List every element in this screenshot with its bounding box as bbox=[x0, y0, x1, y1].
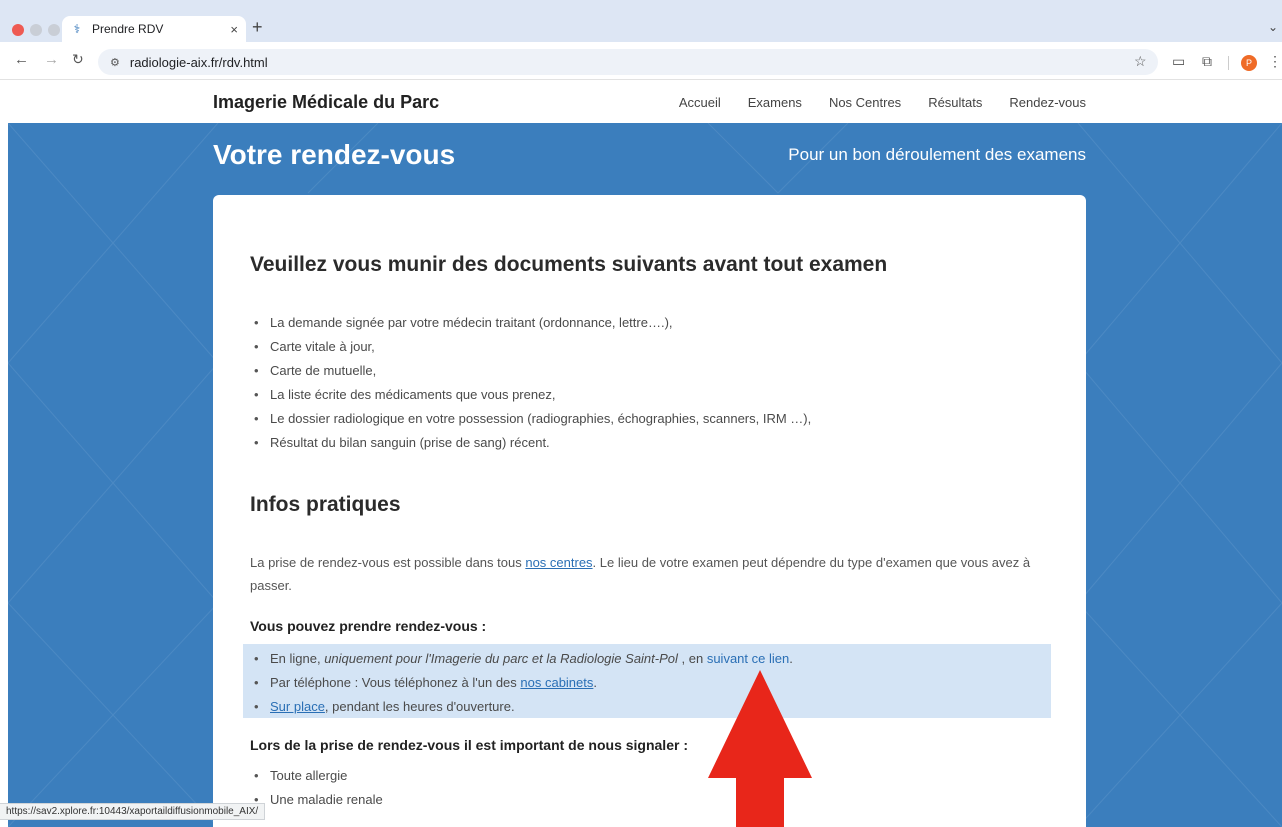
infos-paragraph: La prise de rendez-vous est possible dan… bbox=[250, 551, 1040, 597]
red-up-arrow-icon bbox=[708, 670, 812, 827]
browser-tab[interactable]: ⚕ Prendre RDV × bbox=[62, 16, 246, 42]
infos-text: La prise de rendez-vous est possible dan… bbox=[250, 555, 526, 570]
signal-heading: Lors de la prise de rendez-vous il est i… bbox=[250, 737, 688, 753]
page-title: Votre rendez-vous bbox=[213, 139, 456, 170]
tab-title: Prendre RDV bbox=[92, 22, 164, 36]
list-item: Carte vitale à jour, bbox=[250, 335, 811, 359]
list-item: La demande signée par votre médecin trai… bbox=[250, 311, 811, 335]
list-item: Le dossier radiologique en votre possess… bbox=[250, 407, 811, 431]
nos-centres-link[interactable]: nos centres bbox=[525, 555, 592, 570]
extensions-puzzle-icon[interactable]: ⧉ bbox=[1202, 53, 1212, 70]
site-nav: Accueil Examens Nos Centres Résultats Re… bbox=[679, 95, 1086, 110]
page-subtitle: Pour un bon déroulement des examens bbox=[788, 145, 1086, 164]
sur-place-link[interactable]: Sur place bbox=[270, 699, 325, 714]
back-arrow-icon[interactable]: ← bbox=[14, 51, 29, 68]
address-bar[interactable]: ⚙ radiologie-aix.fr/rdv.html bbox=[98, 49, 1158, 75]
site-favicon-icon: ⚕ bbox=[73, 22, 81, 36]
documents-list: La demande signée par votre médecin trai… bbox=[250, 311, 811, 455]
list-item: Une maladie renale bbox=[250, 788, 383, 812]
browser-tab-bar: ⚕ Prendre RDV × + ⌄ bbox=[0, 0, 1282, 42]
list-item: Carte de mutuelle, bbox=[250, 359, 811, 383]
forward-arrow-icon[interactable]: → bbox=[44, 51, 59, 68]
content-card: Veuillez vous munir des documents suivan… bbox=[213, 195, 1086, 827]
link-status-bar: https://sav2.xplore.fr:10443/xaportaildi… bbox=[0, 803, 266, 820]
toolbar-divider bbox=[1228, 56, 1229, 70]
nos-cabinets-link[interactable]: nos cabinets bbox=[520, 675, 593, 690]
rdv-options-heading: Vous pouvez prendre rendez-vous : bbox=[250, 618, 487, 634]
tab-close-icon[interactable]: × bbox=[230, 22, 238, 37]
documents-heading: Veuillez vous munir des documents suivan… bbox=[250, 253, 888, 276]
minimize-window-button[interactable] bbox=[30, 24, 42, 36]
nav-item-examens[interactable]: Examens bbox=[748, 95, 802, 110]
browser-menu-kebab-icon[interactable]: ⋮ bbox=[1268, 53, 1282, 70]
new-tab-button[interactable]: + bbox=[252, 17, 263, 38]
list-item: La liste écrite des médicaments que vous… bbox=[250, 383, 811, 407]
reload-icon[interactable]: ↻ bbox=[72, 51, 84, 68]
list-item: Toute allergie bbox=[250, 764, 383, 788]
infos-heading: Infos pratiques bbox=[250, 493, 401, 516]
nav-item-nos-centres[interactable]: Nos Centres bbox=[829, 95, 901, 110]
site-brand[interactable]: Imagerie Médicale du Parc bbox=[213, 92, 439, 113]
site-info-icon[interactable]: ⚙ bbox=[110, 56, 120, 69]
list-item: Résultat du bilan sanguin (prise de sang… bbox=[250, 431, 811, 455]
reading-mode-icon[interactable]: ▭ bbox=[1172, 53, 1185, 70]
online-booking-link[interactable]: suivant ce lien bbox=[707, 651, 789, 666]
tab-search-chevron-icon[interactable]: ⌄ bbox=[1268, 20, 1278, 34]
signal-list: Toute allergie Une maladie renale bbox=[250, 764, 383, 812]
url-text: radiologie-aix.fr/rdv.html bbox=[129, 54, 268, 70]
close-window-button[interactable] bbox=[12, 24, 24, 36]
maximize-window-button[interactable] bbox=[48, 24, 60, 36]
bookmark-star-icon[interactable]: ☆ bbox=[1134, 53, 1147, 70]
nav-item-resultats[interactable]: Résultats bbox=[928, 95, 982, 110]
nav-item-accueil[interactable]: Accueil bbox=[679, 95, 721, 110]
site-header: Imagerie Médicale du Parc Accueil Examen… bbox=[0, 80, 1282, 123]
nav-item-rendez-vous[interactable]: Rendez-vous bbox=[1009, 95, 1086, 110]
browser-toolbar: ← → ↻ ⚙ radiologie-aix.fr/rdv.html ☆ ▭ ⧉… bbox=[0, 42, 1282, 80]
profile-avatar[interactable]: P bbox=[1241, 55, 1257, 71]
